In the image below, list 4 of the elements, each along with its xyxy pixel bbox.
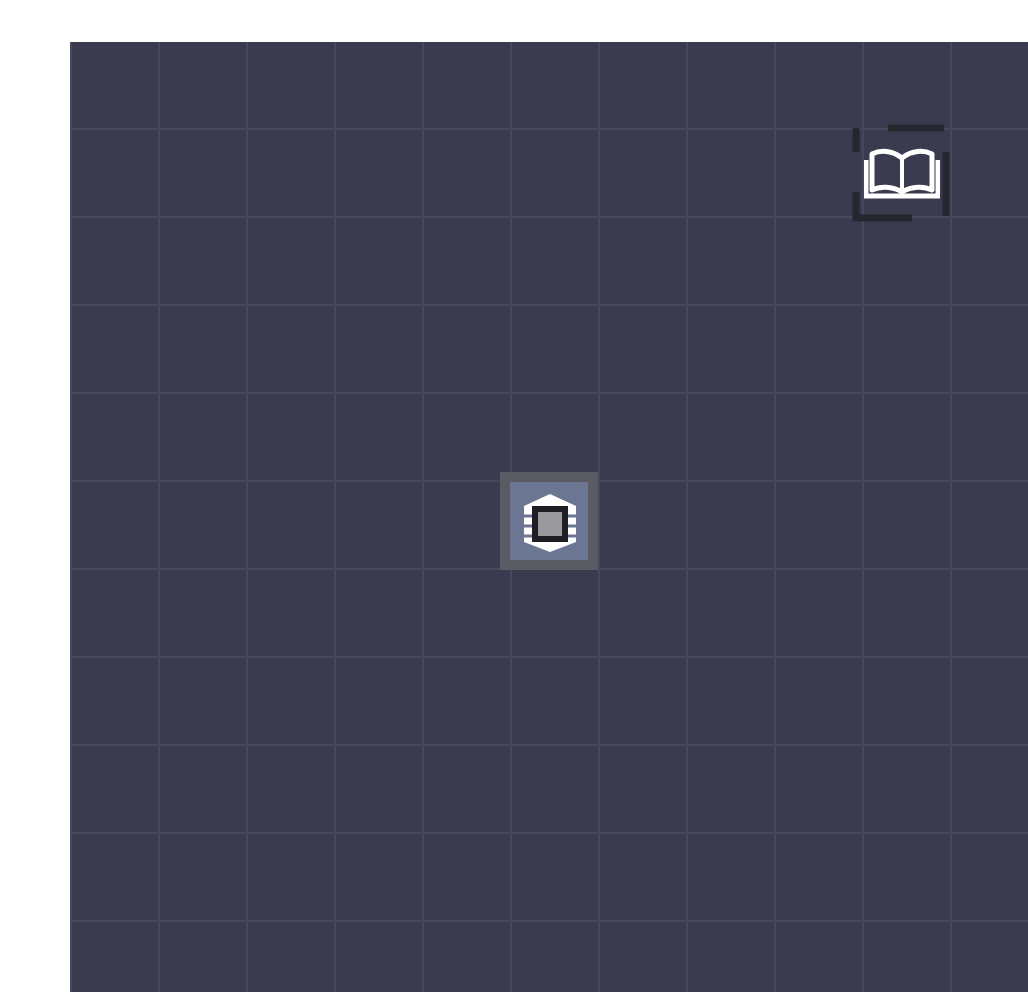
corner-brackets-icon <box>852 124 950 222</box>
book-icon <box>863 147 939 199</box>
book-node[interactable] <box>852 124 950 222</box>
chip-node[interactable] <box>500 472 598 570</box>
